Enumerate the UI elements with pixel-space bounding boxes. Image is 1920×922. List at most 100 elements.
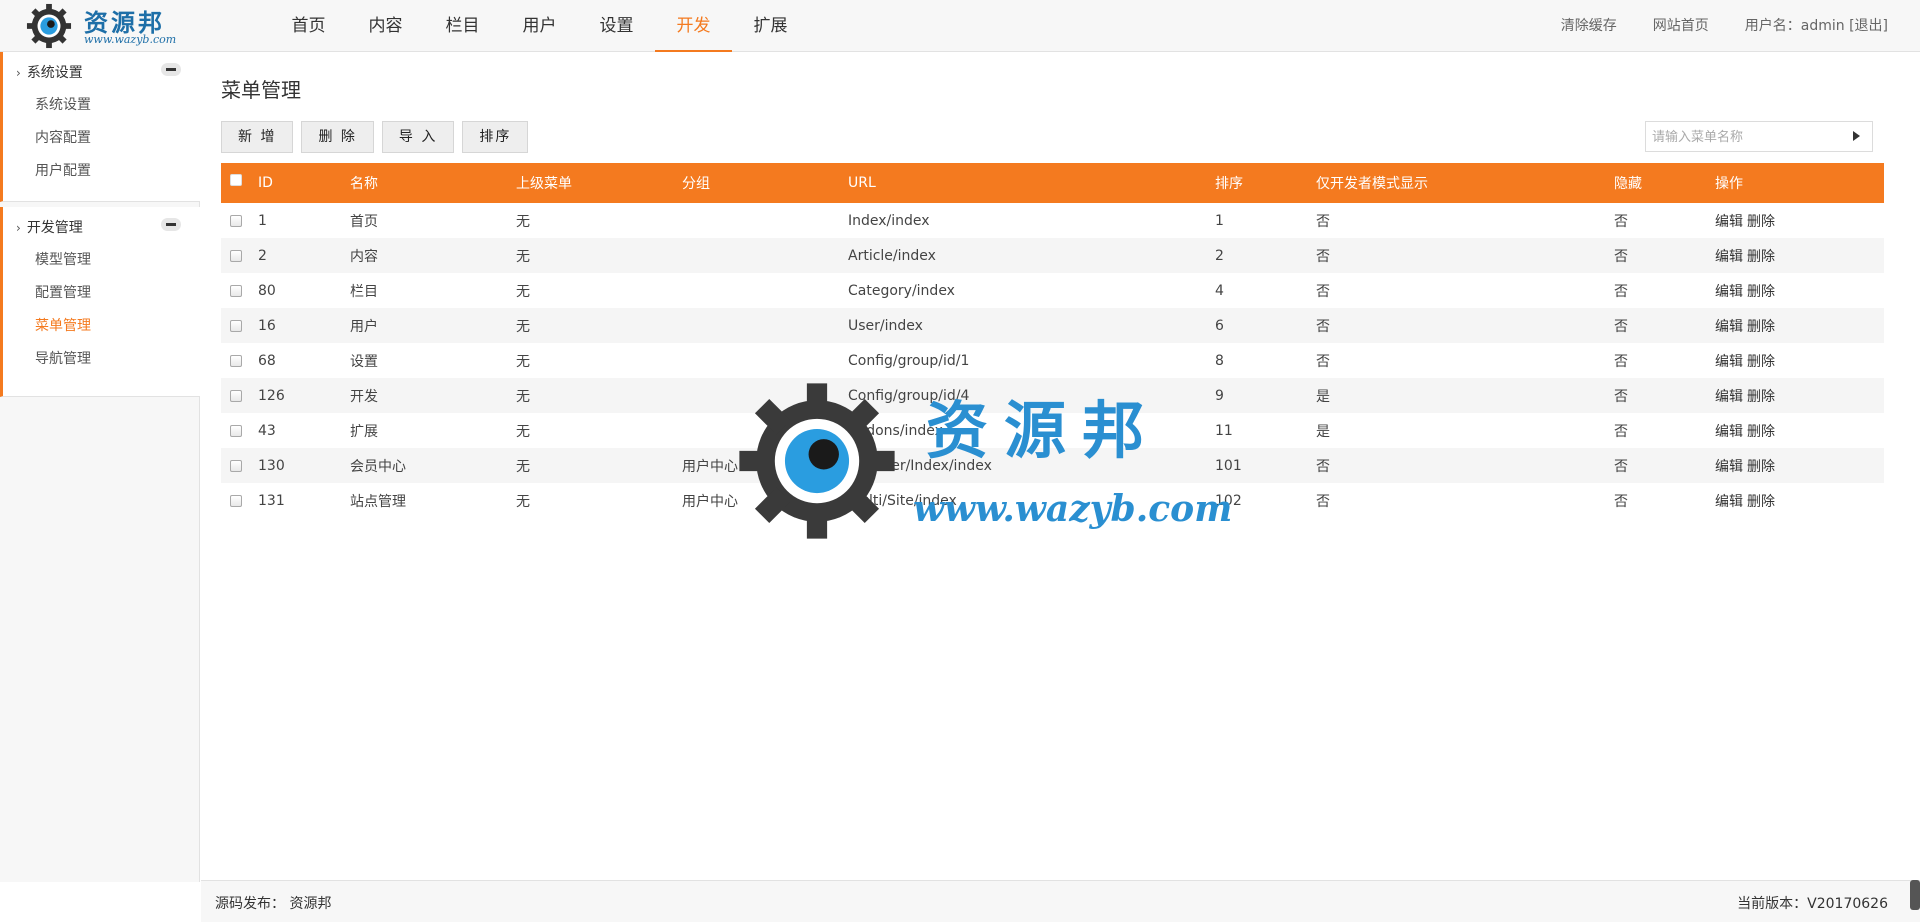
- edit-link[interactable]: 编辑: [1715, 214, 1743, 230]
- edit-link[interactable]: 编辑: [1715, 389, 1743, 405]
- delete-link[interactable]: 删除: [1747, 459, 1775, 475]
- row-checkbox[interactable]: [230, 389, 242, 402]
- search-input[interactable]: [1652, 126, 1842, 148]
- sidebar-item-menu[interactable]: 菜单管理: [35, 315, 91, 335]
- nav-settings[interactable]: 设置: [578, 0, 655, 52]
- delete-button[interactable]: 删 除: [301, 121, 374, 153]
- sidebar-group-title[interactable]: › 系统设置: [16, 62, 83, 82]
- user-info-logout[interactable]: 用户名：admin [退出]: [1745, 0, 1888, 52]
- top-header: 资源邦 www.wazyb.com 首页 内容 栏目 用户 设置 开发 扩展 清…: [0, 0, 1920, 52]
- cell-hidden: 否: [1614, 458, 1628, 475]
- cell-id: 131: [258, 492, 285, 509]
- row-checkbox[interactable]: [230, 284, 242, 297]
- site-logo[interactable]: 资源邦 www.wazyb.com: [22, 0, 182, 52]
- row-checkbox[interactable]: [230, 494, 242, 507]
- select-all-checkbox[interactable]: [230, 174, 242, 186]
- delete-link[interactable]: 删除: [1747, 389, 1775, 405]
- clear-cache-link[interactable]: 清除缓存: [1561, 0, 1617, 52]
- sidebar-item-config[interactable]: 配置管理: [35, 282, 91, 302]
- menu-table: ID 名称 上级菜单 分组 URL 排序 仅开发者模式显示 隐藏 操作 1 首页无…: [221, 163, 1884, 518]
- cell-name: 设置: [350, 353, 378, 370]
- cell-actions: 编辑 删除: [1715, 238, 1884, 273]
- site-home-link[interactable]: 网站首页: [1653, 0, 1709, 52]
- edit-link[interactable]: 编辑: [1715, 319, 1743, 335]
- cell-url: Multi/Site/index: [848, 492, 957, 509]
- nav-home[interactable]: 首页: [270, 0, 347, 52]
- nav-extend[interactable]: 扩展: [732, 0, 809, 52]
- sidebar-item-model[interactable]: 模型管理: [35, 249, 91, 269]
- row-checkbox[interactable]: [230, 214, 242, 227]
- delete-link[interactable]: 删除: [1747, 424, 1775, 440]
- edit-link[interactable]: 编辑: [1715, 249, 1743, 265]
- sidebar-item-content-config[interactable]: 内容配置: [35, 127, 91, 147]
- nav-category[interactable]: 栏目: [424, 0, 501, 52]
- delete-link[interactable]: 删除: [1747, 249, 1775, 265]
- cell-actions: 编辑 删除: [1715, 203, 1884, 238]
- table-row: 131 站点管理 无 用户中心 Multi/Site/index 102 否 否 编辑 删除: [221, 483, 1884, 518]
- cell-parent: 无: [516, 458, 530, 475]
- edit-link[interactable]: 编辑: [1715, 494, 1743, 510]
- row-checkbox[interactable]: [230, 319, 242, 332]
- cell-group: [682, 343, 848, 378]
- table-row: 2 内容 无 Article/index 2 否 否 编辑 删除: [221, 238, 1884, 273]
- cell-actions: 编辑 删除: [1715, 448, 1884, 483]
- gear-logo-icon: [26, 3, 72, 49]
- delete-link[interactable]: 删除: [1747, 354, 1775, 370]
- cell-dev-only: 否: [1316, 213, 1330, 230]
- cell-url: Category/index: [848, 282, 955, 299]
- sort-button[interactable]: 排序: [462, 121, 529, 153]
- cell-dev-only: 否: [1316, 318, 1330, 335]
- cell-name: 扩展: [350, 423, 378, 440]
- sidebar-item-system-settings[interactable]: 系统设置: [35, 94, 91, 114]
- sidebar-item-navigation[interactable]: 导航管理: [35, 348, 91, 368]
- delete-link[interactable]: 删除: [1747, 494, 1775, 510]
- row-checkbox[interactable]: [230, 354, 242, 367]
- delete-link[interactable]: 删除: [1747, 284, 1775, 300]
- table-row: 130 会员中心 无 用户中心 Member/Index/index 101 否 否 编辑 删除: [221, 448, 1884, 483]
- sidebar-item-user-config[interactable]: 用户配置: [35, 160, 91, 180]
- scrollbar-thumb[interactable]: [1910, 880, 1920, 910]
- chevron-right-icon: ›: [16, 221, 21, 235]
- column-header: 操作: [1715, 176, 1743, 192]
- cell-dev-only: 否: [1316, 493, 1330, 510]
- nav-user[interactable]: 用户: [501, 0, 578, 52]
- cell-sort: 101: [1215, 457, 1242, 474]
- main-content: 菜单管理 新 增 删 除 导 入 排序 ID 名称 上级菜单 分组 URL 排序…: [201, 52, 1900, 880]
- sidebar-group-system: › 系统设置 系统设置 内容配置 用户配置: [0, 52, 200, 202]
- nav-content[interactable]: 内容: [347, 0, 424, 52]
- cell-hidden: 否: [1614, 318, 1628, 335]
- cell-dev-only: 否: [1316, 283, 1330, 300]
- edit-link[interactable]: 编辑: [1715, 459, 1743, 475]
- nav-develop[interactable]: 开发: [655, 0, 732, 52]
- cell-hidden: 否: [1614, 388, 1628, 405]
- cell-sort: 1: [1215, 212, 1224, 229]
- sidebar-group-title[interactable]: › 开发管理: [16, 217, 83, 237]
- row-checkbox[interactable]: [230, 459, 242, 472]
- cell-group: [682, 203, 848, 238]
- cell-url: Member/Index/index: [848, 457, 992, 474]
- collapse-icon[interactable]: [161, 63, 181, 76]
- add-button[interactable]: 新 增: [221, 121, 294, 153]
- table-row: 43 扩展 无 Addons/index 11 是 否 编辑 删除: [221, 413, 1884, 448]
- cell-hidden: 否: [1614, 213, 1628, 230]
- cell-hidden: 否: [1614, 283, 1628, 300]
- delete-link[interactable]: 删除: [1747, 319, 1775, 335]
- cell-dev-only: 是: [1316, 388, 1330, 405]
- column-header: 仅开发者模式显示: [1316, 176, 1428, 192]
- row-checkbox[interactable]: [230, 249, 242, 262]
- delete-link[interactable]: 删除: [1747, 214, 1775, 230]
- cell-sort: 9: [1215, 387, 1224, 404]
- import-button[interactable]: 导 入: [381, 121, 455, 153]
- edit-link[interactable]: 编辑: [1715, 354, 1743, 370]
- edit-link[interactable]: 编辑: [1715, 424, 1743, 440]
- cell-hidden: 否: [1614, 423, 1628, 440]
- row-checkbox[interactable]: [230, 424, 242, 437]
- cell-sort: 4: [1215, 282, 1224, 299]
- header-user-links: 清除缓存 网站首页 用户名：admin [退出]: [1525, 0, 1888, 52]
- collapse-icon[interactable]: [161, 218, 181, 231]
- footer: 源码发布： 资源邦 当前版本：V20170626: [201, 880, 1920, 922]
- search-icon[interactable]: [1853, 131, 1860, 141]
- edit-link[interactable]: 编辑: [1715, 284, 1743, 300]
- cell-sort: 11: [1215, 422, 1233, 439]
- cell-group: 用户中心: [682, 493, 738, 510]
